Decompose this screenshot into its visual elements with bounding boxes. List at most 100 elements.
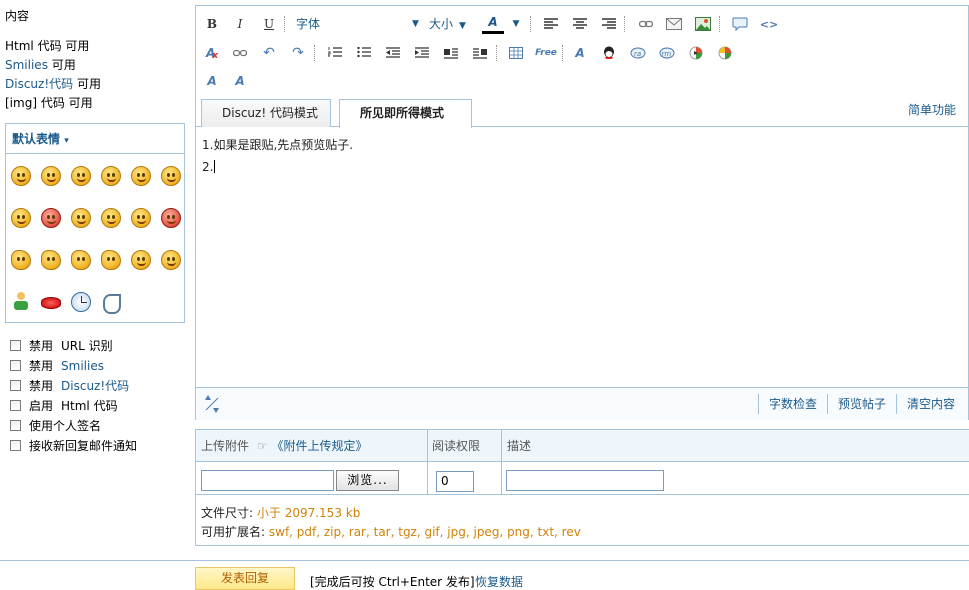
tab-wysiwyg-mode[interactable]: 所见即所得模式	[339, 99, 472, 128]
laugh-icon[interactable]	[131, 250, 151, 270]
option-row: 使用个人签名	[10, 418, 101, 434]
float-left-icon[interactable]	[441, 43, 461, 63]
editor-content-area[interactable]: 1.如果是跟贴,先点预览贴子. 2.	[196, 128, 968, 386]
shocked-icon[interactable]	[71, 208, 91, 228]
flash-icon[interactable]	[715, 43, 735, 63]
windows-media-icon[interactable]	[686, 43, 706, 63]
file-path-input[interactable]	[201, 470, 334, 491]
option-checkbox[interactable]	[10, 340, 21, 351]
read-permission-label: 阅读权限	[432, 439, 481, 453]
preview-post-button[interactable]: 预览帖子	[827, 394, 896, 414]
option-checkbox[interactable]	[10, 420, 21, 431]
email-icon[interactable]	[664, 14, 684, 34]
option-checkbox[interactable]	[10, 400, 21, 411]
outdent-icon[interactable]	[383, 43, 403, 63]
sleepy-icon[interactable]	[11, 208, 31, 228]
option-checkbox[interactable]	[10, 440, 21, 451]
option-label: Html 代码	[61, 399, 118, 413]
text-style-icon[interactable]: A	[570, 43, 590, 63]
free-button[interactable]: Free	[534, 43, 558, 63]
love-icon[interactable]	[161, 208, 181, 228]
real-media-icon[interactable]: rm	[657, 43, 677, 63]
extensions-info: 可用扩展名: swf, pdf, zip, rar, tar, tgz, gif…	[201, 524, 581, 540]
option-label: URL 识别	[61, 339, 113, 353]
tab-code-mode[interactable]: Discuz! 代码模式	[201, 99, 331, 127]
content-line: 2.	[202, 156, 962, 178]
editor-toolbar: B I U 字体 ▼ 大小 ▼ A ▼ <> Ax ↶ ↷ Free A ra …	[196, 6, 968, 98]
option-label: Smilies	[61, 359, 104, 373]
rule-name-link[interactable]: Discuz!代码	[5, 77, 73, 91]
size-select[interactable]: 大小 ▼	[429, 14, 474, 34]
mouth	[167, 220, 176, 224]
quote-icon[interactable]	[730, 14, 750, 34]
code-icon[interactable]: <>	[759, 14, 779, 34]
option-row: 禁用 Discuz!代码	[10, 378, 129, 394]
thumbs-up-icon[interactable]	[11, 250, 31, 270]
handshake-icon[interactable]	[101, 250, 121, 270]
victory-icon[interactable]	[71, 250, 91, 270]
option-prefix: 禁用	[29, 339, 54, 353]
browse-button[interactable]: 浏览...	[336, 470, 399, 491]
font-color-button[interactable]: A	[482, 12, 504, 34]
rule-status: 可用	[76, 77, 101, 91]
file-size-info: 文件尺寸: 小于 2097.153 kb	[201, 505, 360, 521]
option-checkbox[interactable]	[10, 360, 21, 371]
image-icon[interactable]	[693, 14, 713, 34]
read-permission-input[interactable]: 0	[436, 471, 474, 492]
float-right-icon[interactable]	[470, 43, 490, 63]
svg-text:ra: ra	[634, 50, 641, 58]
tongue-icon[interactable]	[71, 166, 91, 186]
rule-discuz: Discuz!代码 可用	[5, 76, 101, 92]
submit-reply-button[interactable]: 发表回复	[195, 567, 295, 590]
man-icon[interactable]	[11, 292, 31, 312]
option-checkbox[interactable]	[10, 380, 21, 391]
rule-status: 可用	[51, 58, 76, 72]
smilies-dropdown[interactable]: 默认表情 ▾	[6, 124, 184, 154]
lips-icon[interactable]	[41, 297, 61, 309]
table-icon[interactable]	[506, 43, 526, 63]
unordered-list-icon[interactable]	[354, 43, 374, 63]
italic-button[interactable]: I	[230, 14, 250, 34]
cry-icon[interactable]	[101, 208, 121, 228]
bold-button[interactable]: B	[202, 14, 222, 34]
ordered-list-icon[interactable]	[325, 43, 345, 63]
restore-data-link[interactable]: 恢复数据	[475, 573, 523, 590]
clear-content-button[interactable]: 清空内容	[896, 394, 965, 414]
confused-icon[interactable]	[131, 208, 151, 228]
align-center-icon[interactable]	[570, 14, 590, 34]
grin-icon[interactable]	[131, 166, 151, 186]
description-input[interactable]	[506, 470, 664, 491]
angry-icon[interactable]	[41, 208, 61, 228]
upload-rules-link[interactable]: 《附件上传规定》	[271, 439, 367, 453]
resize-handle-icon[interactable]	[204, 394, 220, 417]
chevron-down-icon[interactable]: ▼	[510, 14, 522, 34]
undo-icon[interactable]: ↶	[259, 43, 279, 63]
cool-icon[interactable]	[161, 250, 181, 270]
notepad-icon: ☞	[256, 439, 268, 453]
qq-icon[interactable]	[599, 43, 619, 63]
smilies-panel: 默认表情 ▾	[5, 123, 185, 323]
wink-icon[interactable]	[161, 166, 181, 186]
phone-icon[interactable]	[101, 292, 121, 314]
subscript-icon[interactable]: A	[230, 71, 250, 91]
font-select[interactable]: 字体 ▼	[296, 14, 419, 34]
simple-mode-link[interactable]: 简单功能	[908, 99, 956, 121]
align-right-icon[interactable]	[599, 14, 619, 34]
unlink-icon[interactable]	[230, 43, 250, 63]
align-left-icon[interactable]	[541, 14, 561, 34]
superscript-icon[interactable]: A	[202, 71, 222, 91]
indent-icon[interactable]	[412, 43, 432, 63]
left-panel: 内容 Html 代码 可用 Smilies 可用 Discuz!代码 可用 [i…	[0, 0, 190, 560]
link-icon[interactable]	[636, 14, 656, 34]
shy-icon[interactable]	[101, 166, 121, 186]
smile-icon[interactable]	[11, 166, 31, 186]
remove-format-icon[interactable]: Ax	[202, 43, 222, 63]
thumbs-down-icon[interactable]	[41, 250, 61, 270]
redo-icon[interactable]: ↷	[288, 43, 308, 63]
word-count-button[interactable]: 字数检查	[758, 394, 827, 414]
rule-name-link[interactable]: Smilies	[5, 58, 48, 72]
real-audio-icon[interactable]: ra	[628, 43, 648, 63]
sad-icon[interactable]	[41, 166, 61, 186]
underline-button[interactable]: U	[259, 14, 279, 34]
clock-icon[interactable]	[71, 292, 91, 312]
